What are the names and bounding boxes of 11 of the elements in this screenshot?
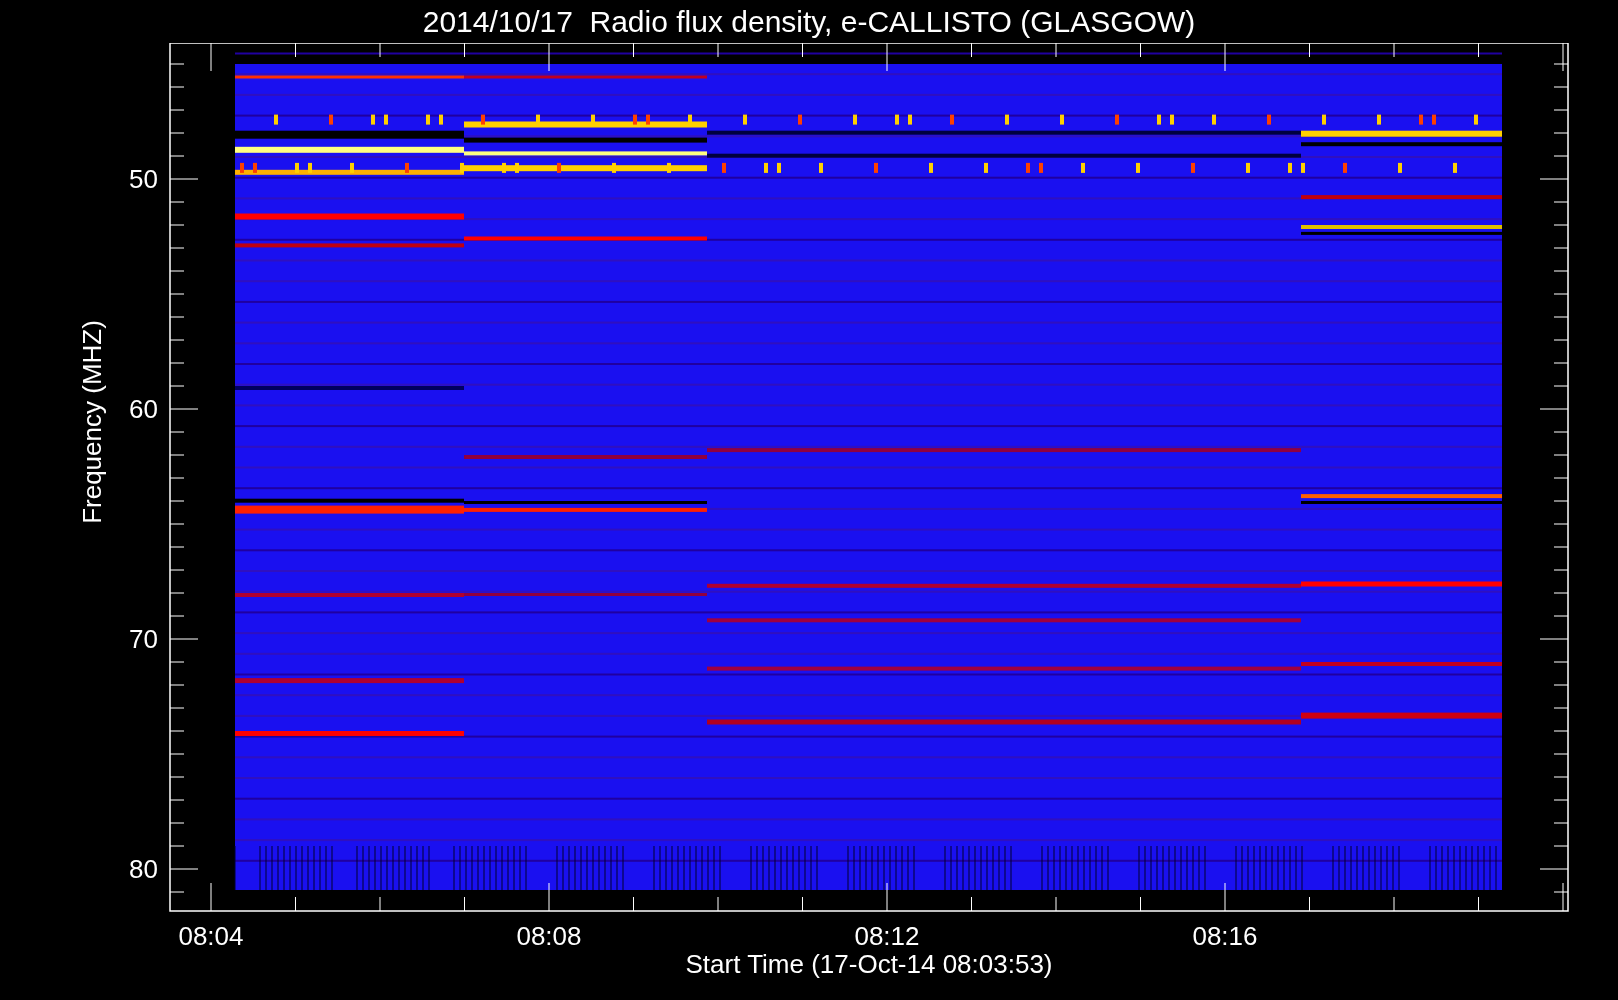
chart-title: 2014/10/17 Radio flux density, e-CALLISTO (GLASGOW) xyxy=(422,6,1196,37)
x-axis-label: Start Time (17-Oct-14 08:03:53) xyxy=(685,949,1053,979)
y-axis-label: Frequency (MHZ) xyxy=(77,320,107,524)
y-tick-label: 50 xyxy=(129,164,158,194)
x-tick-label: 08:16 xyxy=(1192,921,1258,951)
x-tick-label: 08:08 xyxy=(516,921,582,951)
y-tick-label: 70 xyxy=(129,624,158,654)
x-tick-label: 08:12 xyxy=(854,921,920,951)
y-tick-label: 60 xyxy=(129,394,158,424)
x-tick-label: 08:04 xyxy=(178,921,244,951)
y-tick-label: 80 xyxy=(129,854,158,884)
